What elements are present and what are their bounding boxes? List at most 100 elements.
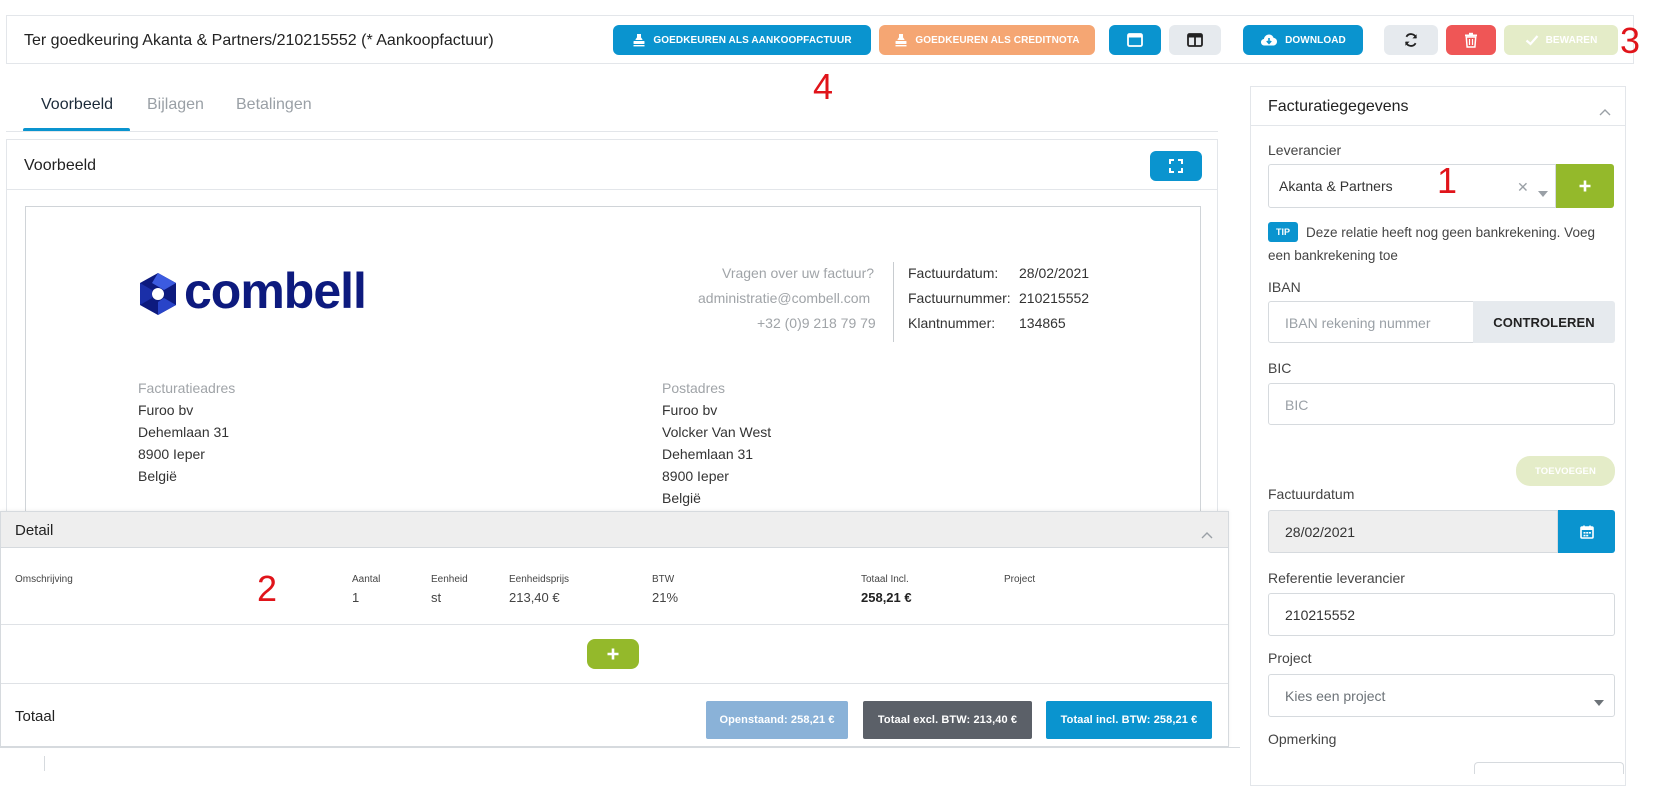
download-button[interactable]: DOWNLOAD xyxy=(1243,25,1363,55)
billing-details-title: Facturatiegegevens xyxy=(1268,98,1409,115)
annotation-marker-2: 2 xyxy=(257,568,278,609)
bottom-field-edge xyxy=(1474,762,1624,774)
iban-placeholder: IBAN rekening nummer xyxy=(1285,315,1431,331)
column-header: Eenheid xyxy=(431,574,468,585)
tab-betalingen[interactable]: Betalingen xyxy=(236,96,312,114)
date-picker-button[interactable] xyxy=(1558,510,1615,553)
plus-icon xyxy=(606,647,620,661)
billing-heading: Facturatieadres xyxy=(138,380,236,396)
bic-placeholder: BIC xyxy=(1285,397,1309,413)
open-amount-badge: Openstaand: 258,21 € xyxy=(706,701,848,739)
meta-divider xyxy=(893,262,894,342)
invoice-date-value: 28/02/2021 xyxy=(1285,524,1356,540)
clear-icon[interactable]: ✕ xyxy=(1517,179,1529,196)
calendar-icon xyxy=(1579,525,1594,539)
single-view-button[interactable] xyxy=(1109,25,1161,55)
project-select[interactable]: Kies een project xyxy=(1268,674,1615,717)
stamp-icon xyxy=(632,33,646,47)
check-icon xyxy=(1525,34,1539,46)
delete-button[interactable] xyxy=(1446,25,1496,55)
postal-line: Dehemlaan 31 xyxy=(662,446,754,462)
annotation-marker-4: 4 xyxy=(813,66,834,107)
tip-text: een bankrekening toe xyxy=(1268,248,1398,263)
approve-purchase-invoice-button[interactable]: GOEDKEUREN ALS AANKOOPFACTUUR xyxy=(613,25,871,55)
annotation-marker-3: 3 xyxy=(1620,20,1641,61)
tab-bijlagen[interactable]: Bijlagen xyxy=(147,96,204,114)
supplier-select[interactable]: Akanta & Partners ✕ xyxy=(1268,164,1556,208)
postal-heading: Postadres xyxy=(662,380,726,396)
add-line-button[interactable] xyxy=(587,639,639,669)
window-icon xyxy=(1127,33,1143,47)
column-header: Aantal xyxy=(352,574,381,585)
add-supplier-button[interactable] xyxy=(1556,164,1614,208)
detail-header[interactable]: Detail xyxy=(1,512,1228,548)
tab-divider xyxy=(6,131,1218,132)
bic-input[interactable]: BIC xyxy=(1268,383,1615,425)
columns-icon xyxy=(1187,33,1203,47)
approve-credit-note-button[interactable]: GOEDKEUREN ALS CREDITNOTA xyxy=(879,25,1095,55)
postal-line: Furoo bv xyxy=(662,402,718,418)
row-divider xyxy=(1,624,1228,625)
meta-label: Klantnummer: xyxy=(908,315,996,331)
chevron-up-icon[interactable] xyxy=(1599,103,1611,121)
plus-icon xyxy=(1578,179,1592,193)
detail-title: Detail xyxy=(15,522,54,539)
tab-voorbeeld[interactable]: Voorbeeld xyxy=(41,96,113,114)
row-totaal: 258,21 € xyxy=(861,590,912,605)
meta-value: 134865 xyxy=(1019,315,1066,331)
iban-input[interactable]: IBAN rekening nummer xyxy=(1268,301,1474,343)
page-title: Ter goedkeuring Akanta & Partners/210215… xyxy=(24,32,494,49)
row-eenheidsprijs[interactable]: 213,40 € xyxy=(509,590,560,605)
caret-down-icon[interactable] xyxy=(1538,184,1548,200)
trash-icon xyxy=(1464,32,1478,48)
row-eenheid[interactable]: st xyxy=(431,590,441,605)
check-iban-button[interactable]: CONTROLEREN xyxy=(1473,301,1615,343)
billing-line: Furoo bv xyxy=(138,402,194,418)
caret-down-icon xyxy=(1594,693,1604,709)
approve-purchase-label: GOEDKEUREN ALS AANKOOPFACTUUR xyxy=(653,34,852,46)
supplier-reference-input[interactable]: 210215552 xyxy=(1268,593,1615,636)
invoice-date-label: Factuurdatum xyxy=(1268,486,1355,502)
project-placeholder: Kies een project xyxy=(1285,688,1386,704)
billing-line: Dehemlaan 31 xyxy=(138,424,230,440)
save-button[interactable]: BEWAREN xyxy=(1504,25,1618,55)
supplier-value: Akanta & Partners xyxy=(1279,178,1393,194)
question-text: Vragen over uw factuur? xyxy=(722,265,875,281)
column-header: BTW xyxy=(652,574,675,585)
total-incl-badge: Totaal incl. BTW: 258,21 € xyxy=(1046,701,1212,739)
billing-line: België xyxy=(138,468,177,484)
supplier-reference-label: Referentie leverancier xyxy=(1268,570,1405,586)
approve-credit-label: GOEDKEUREN ALS CREDITNOTA xyxy=(915,34,1080,46)
invoice-document: combell Vragen over uw factuur? administ… xyxy=(25,206,1201,546)
row-aantal[interactable]: 1 xyxy=(352,590,359,605)
meta-label: Factuurdatum: xyxy=(908,265,999,281)
meta-label: Factuurnummer: xyxy=(908,290,1011,306)
logo-wordmark: combell xyxy=(184,263,367,319)
meta-value: 210215552 xyxy=(1019,290,1090,306)
postal-line: Volcker Van West xyxy=(662,424,772,440)
refresh-button[interactable] xyxy=(1384,25,1438,55)
column-header: Omschrijving xyxy=(15,574,73,585)
remark-label: Opmerking xyxy=(1268,731,1337,747)
chevron-up-icon[interactable] xyxy=(1201,526,1213,544)
postal-line: België xyxy=(662,490,701,506)
split-view-button[interactable] xyxy=(1169,25,1221,55)
totals-divider xyxy=(1,683,1228,684)
expand-icon xyxy=(1169,159,1183,173)
column-header: Eenheidsprijs xyxy=(509,574,570,585)
tip-badge: TIP xyxy=(1268,222,1298,242)
column-header: Project xyxy=(1004,574,1036,585)
fullscreen-button[interactable] xyxy=(1150,151,1202,181)
column-header: Totaal Incl. xyxy=(861,574,909,585)
contact-email: administratie@combell.com xyxy=(698,290,871,306)
detail-panel: Detail Omschrijving Aantal Eenheid Eenhe… xyxy=(0,511,1229,747)
download-label: DOWNLOAD xyxy=(1285,34,1346,46)
preview-panel-header: Voorbeeld xyxy=(7,140,1217,190)
postal-line: 8900 Ieper xyxy=(662,468,729,484)
billing-details-header[interactable]: Facturatiegegevens xyxy=(1251,87,1625,126)
row-btw[interactable]: 21% xyxy=(652,590,678,605)
add-bank-button[interactable]: TOEVOEGEN xyxy=(1516,456,1615,486)
invoice-date-input[interactable]: 28/02/2021 xyxy=(1268,510,1558,553)
contact-phone: +32 (0)9 218 79 79 xyxy=(757,315,876,331)
header-bar: Ter goedkeuring Akanta & Partners/210215… xyxy=(6,15,1634,64)
